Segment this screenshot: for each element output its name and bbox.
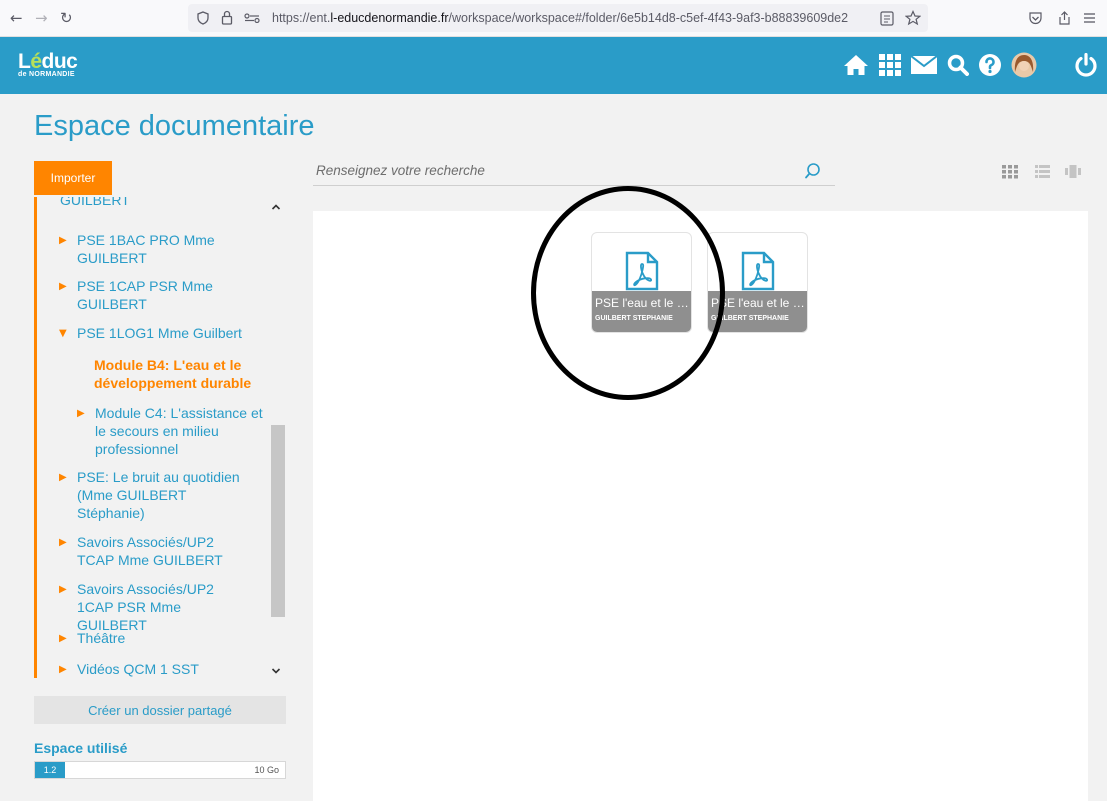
chevron-up-icon[interactable] (271, 203, 281, 211)
apps-grid-icon[interactable] (876, 51, 904, 79)
caret-right-icon[interactable]: ▶ (59, 469, 67, 487)
caret-right-icon[interactable]: ▶ (59, 630, 67, 648)
file-owner: GUILBERT STEPHANIE (711, 315, 789, 322)
avatar[interactable] (1010, 51, 1038, 79)
list-view-icon[interactable] (1035, 165, 1050, 178)
search-icon[interactable] (804, 162, 822, 180)
reader-view-icon[interactable] (880, 11, 894, 26)
logo-prefix: L (18, 50, 31, 73)
logo-subtitle: de NORMANDIE (18, 71, 75, 78)
lock-icon[interactable] (221, 10, 233, 25)
browser-toolbar: ← → ↻ https://ent.l-educdenormandie.fr/w… (0, 0, 1107, 37)
grid-view-icon[interactable] (1002, 165, 1018, 179)
url-bar[interactable]: https://ent.l-educdenormandie.fr/workspa… (188, 4, 928, 32)
carousel-view-icon[interactable] (1065, 165, 1081, 178)
tree-item-label: PSE 1CAP PSR Mme GUILBERT (77, 278, 213, 312)
home-icon[interactable] (842, 51, 870, 79)
tree-item-label: Module B4: L'eau et le développement dur… (94, 357, 252, 391)
forward-icon[interactable]: → (35, 9, 48, 27)
search-icon[interactable] (944, 51, 972, 79)
pdf-file-icon (625, 251, 659, 291)
pocket-icon[interactable] (1028, 11, 1043, 26)
back-icon[interactable]: ← (10, 9, 23, 27)
share-icon[interactable] (1057, 10, 1072, 26)
space-used-label: Espace utilisé (34, 740, 128, 756)
import-button[interactable]: Importer (34, 161, 112, 195)
caret-right-icon[interactable]: ▶ (59, 232, 67, 250)
tree-item-label: GUILBERT (60, 197, 130, 208)
caret-right-icon[interactable]: ▶ (59, 534, 67, 552)
file-card[interactable]: PSE l'eau et le développement durable GU… (707, 232, 808, 333)
caret-right-icon[interactable]: ▶ (59, 661, 67, 678)
chevron-down-icon[interactable] (271, 667, 281, 675)
tree-scrollbar-thumb[interactable] (271, 425, 285, 617)
folder-tree: GUILBERT ▶ PSE 1BAC PRO Mme GUILBERT ▶ P… (34, 197, 286, 678)
file-caption: PSE l'eau et le développement durable GU… (592, 291, 691, 332)
caret-right-icon[interactable]: ▶ (77, 405, 85, 423)
logo-e: é (30, 50, 42, 73)
space-used-fill: 1.2 (35, 762, 65, 778)
files-panel: PSE l'eau et le développement durable GU… (313, 211, 1088, 801)
space-used-bar: 1.2 10 Go (34, 761, 286, 779)
url-prefix: https://ent. (272, 11, 331, 25)
url-domain: l-educdenormandie.fr (330, 11, 449, 25)
file-owner: GUILBERT STEPHANIE (595, 315, 673, 322)
caret-right-icon[interactable]: ▶ (59, 278, 67, 296)
caret-right-icon[interactable]: ▶ (59, 581, 67, 599)
space-total: 10 Go (254, 765, 279, 775)
search-input[interactable] (316, 163, 796, 178)
menu-icon[interactable] (1083, 12, 1096, 24)
power-icon[interactable] (1072, 51, 1100, 79)
file-name: PSE l'eau et le développement durable (711, 296, 806, 310)
create-shared-folder-button[interactable]: Créer un dossier partagé (34, 696, 286, 724)
tree-item-label: PSE 1BAC PRO Mme GUILBERT (77, 232, 215, 266)
logo-suffix: duc (41, 50, 78, 73)
tree-item-label: Module C4: L'assistance et le secours en… (95, 405, 263, 457)
caret-down-icon[interactable]: ▼ (59, 325, 67, 343)
app-header: Léduc de NORMANDIE (0, 37, 1107, 94)
mail-icon[interactable] (910, 51, 938, 79)
tree-item-label: PSE: Le bruit au quotidien (Mme GUILBERT… (77, 469, 240, 521)
url-text: https://ent.l-educdenormandie.fr/workspa… (272, 11, 848, 25)
tree-item-label: Théâtre (77, 630, 126, 646)
url-path: /workspace/workspace#/folder/6e5b14d8-c5… (448, 11, 849, 25)
file-name: PSE l'eau et le développement durable (595, 296, 690, 310)
tree-item-label: PSE 1LOG1 Mme Guilbert (77, 325, 242, 341)
file-caption: PSE l'eau et le développement durable GU… (708, 291, 807, 332)
logo[interactable]: Léduc de NORMANDIE (18, 50, 78, 78)
help-icon[interactable] (976, 51, 1004, 79)
tree-item-label: Vidéos QCM 1 SST (77, 661, 199, 677)
reload-icon[interactable]: ↻ (60, 9, 73, 27)
shield-icon[interactable] (196, 11, 210, 25)
page-title: Espace documentaire (34, 110, 315, 142)
tree-item-label: Savoirs Associés/UP2 TCAP Mme GUILBERT (77, 534, 223, 568)
bookmark-star-icon[interactable] (905, 10, 921, 26)
permissions-icon[interactable] (244, 13, 260, 23)
pdf-file-icon (741, 251, 775, 291)
tree-item-label: Savoirs Associés/UP2 1CAP PSR Mme GUILBE… (77, 581, 214, 633)
file-card[interactable]: PSE l'eau et le développement durable GU… (591, 232, 692, 333)
search-bar (313, 158, 835, 186)
